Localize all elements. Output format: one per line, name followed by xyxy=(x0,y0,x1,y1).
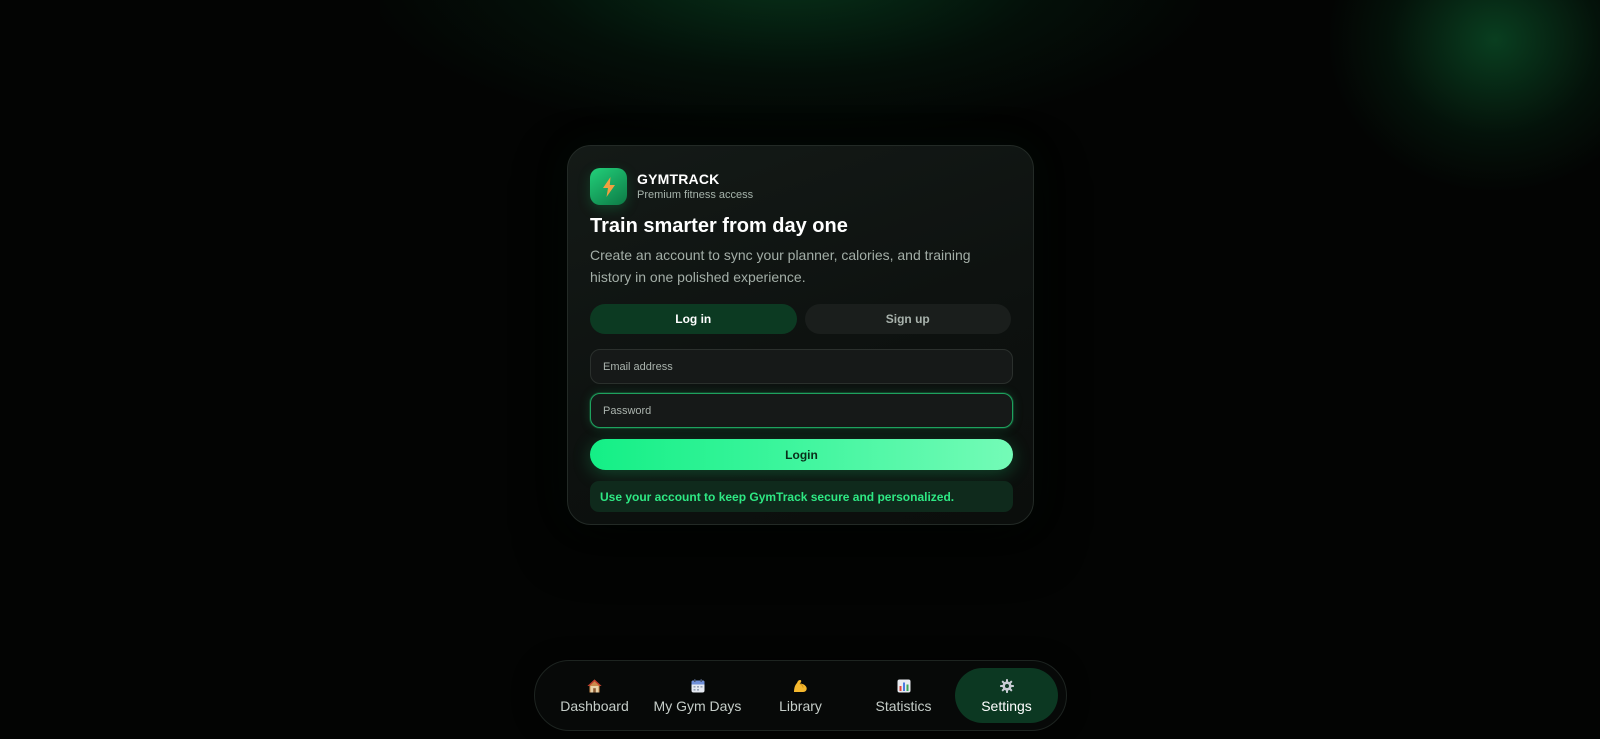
password-field-wrapper xyxy=(590,393,1013,428)
password-input[interactable] xyxy=(603,404,1000,417)
app-root: GYMTRACK Premium fitness access Train sm… xyxy=(0,0,1600,739)
email-input[interactable] xyxy=(603,360,1000,373)
nav-item-my-gym-days[interactable]: My Gym Days xyxy=(646,668,749,723)
nav-item-dashboard[interactable]: Dashboard xyxy=(543,668,646,723)
gear-icon xyxy=(999,678,1015,694)
auth-tabs: Log in Sign up xyxy=(590,304,1011,334)
login-button[interactable]: Login xyxy=(590,439,1013,470)
nav-item-settings[interactable]: Settings xyxy=(955,668,1058,723)
info-notice: Use your account to keep GymTrack secure… xyxy=(590,481,1013,512)
background-glow-top xyxy=(380,0,1200,130)
nav-item-library[interactable]: Library xyxy=(749,668,852,723)
brand-tagline: Premium fitness access xyxy=(637,189,754,201)
brand-name: GYMTRACK xyxy=(637,171,720,187)
brand-header: GYMTRACK Premium fitness access xyxy=(590,168,1011,205)
background-glow-corner xyxy=(1330,0,1600,190)
email-field-wrapper xyxy=(590,349,1013,384)
flexed-biceps-icon xyxy=(793,678,809,694)
nav-label-library: Library xyxy=(779,697,822,714)
house-icon xyxy=(587,678,603,694)
page-description: Create an account to sync your planner, … xyxy=(590,247,971,285)
nav-label-my-gym-days: My Gym Days xyxy=(653,697,742,714)
bottom-nav: Dashboard My Gym Days Library Statistics… xyxy=(534,660,1067,731)
info-notice-text: Use your account to keep GymTrack secure… xyxy=(600,489,955,504)
nav-label-statistics: Statistics xyxy=(875,697,932,714)
nav-item-statistics[interactable]: Statistics xyxy=(852,668,955,723)
calendar-icon xyxy=(690,678,706,694)
brand-text: GYMTRACK Premium fitness access xyxy=(637,171,753,202)
page-title: Train smarter from day one xyxy=(590,215,848,237)
nav-label-dashboard: Dashboard xyxy=(560,697,629,714)
nav-label-settings: Settings xyxy=(981,697,1032,714)
lightning-bolt-icon xyxy=(590,168,627,205)
auth-card: GYMTRACK Premium fitness access Train sm… xyxy=(567,145,1034,525)
tab-sign-up[interactable]: Sign up xyxy=(804,304,1011,334)
tab-log-in[interactable]: Log in xyxy=(590,304,797,334)
bar-chart-icon xyxy=(896,678,912,694)
